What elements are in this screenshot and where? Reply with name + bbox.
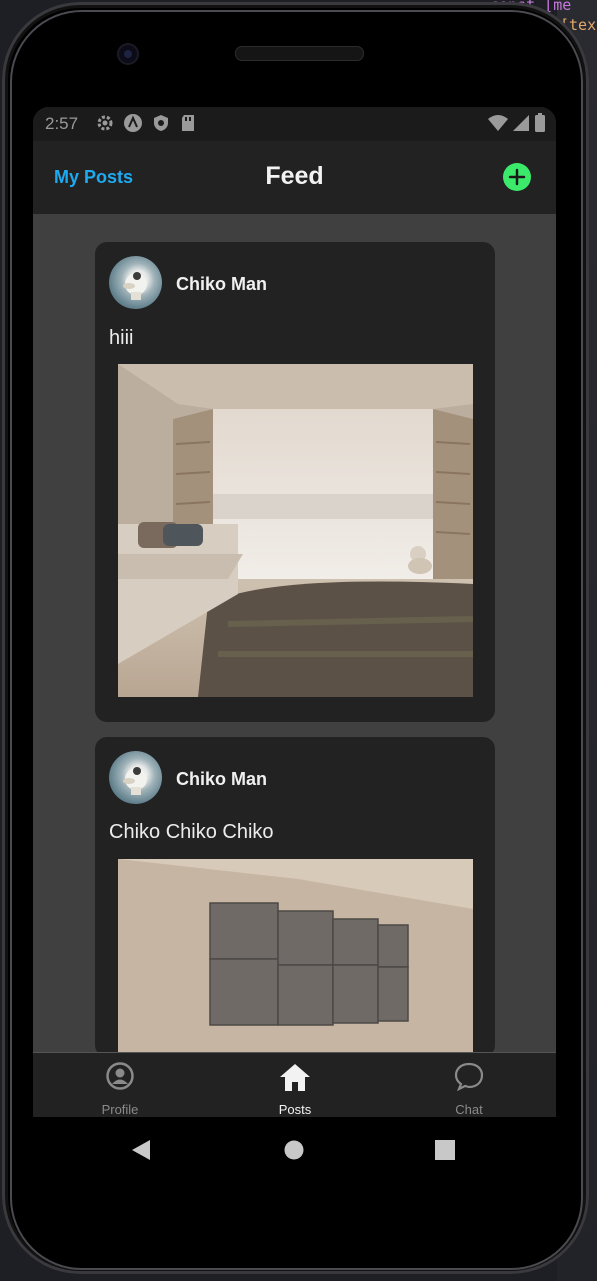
back-icon[interactable] (130, 1139, 152, 1161)
gear-icon (97, 115, 113, 131)
post-card: Chiko Man Chiko Chiko Chiko (95, 737, 495, 1052)
post-text: Chiko Chiko Chiko (109, 821, 274, 843)
post-card: Chiko Man hiii (95, 242, 495, 722)
post-text: hiii (109, 327, 134, 349)
status-bar: 2:57 (33, 107, 556, 141)
nav-label: Profile (101, 1102, 139, 1117)
nav-item-posts[interactable]: Posts (225, 1053, 365, 1117)
add-post-button[interactable] (503, 163, 531, 191)
app-screen: 2:57 My Posts Feed Chiko Man hiii Chiko … (33, 107, 556, 1117)
nav-item-chat[interactable]: Chat (399, 1053, 539, 1117)
app-header: My Posts Feed (33, 141, 556, 214)
sdcard-icon (182, 115, 194, 131)
posts-feed[interactable]: Chiko Man hiii Chiko Man Chiko Chiko Chi… (33, 214, 556, 1052)
home-icon (280, 1064, 310, 1091)
post-image[interactable] (118, 859, 473, 1052)
wifi-icon (488, 115, 508, 131)
post-image[interactable] (118, 364, 473, 697)
nav-item-profile[interactable]: Profile (50, 1053, 190, 1117)
signal-icon (513, 115, 529, 131)
home-circle-icon[interactable] (284, 1140, 304, 1160)
battery-icon (535, 113, 545, 132)
earpiece-speaker (235, 46, 364, 61)
system-nav-bar (33, 1117, 556, 1187)
avatar[interactable] (109, 751, 162, 804)
profile-icon (106, 1062, 134, 1090)
a-icon (124, 114, 142, 132)
status-time: 2:57 (45, 114, 79, 133)
chat-icon (454, 1062, 484, 1091)
page-title: Feed (265, 162, 324, 190)
recents-icon[interactable] (435, 1140, 455, 1160)
plus-circle-icon (508, 168, 526, 186)
avatar[interactable] (109, 256, 162, 309)
post-author[interactable]: Chiko Man (176, 274, 267, 295)
post-author[interactable]: Chiko Man (176, 769, 267, 790)
shield-icon (154, 115, 168, 131)
nav-label: Chat (455, 1102, 483, 1117)
front-camera (119, 45, 137, 63)
nav-label: Posts (278, 1102, 312, 1117)
bottom-nav: Profile Posts Chat (33, 1052, 556, 1117)
